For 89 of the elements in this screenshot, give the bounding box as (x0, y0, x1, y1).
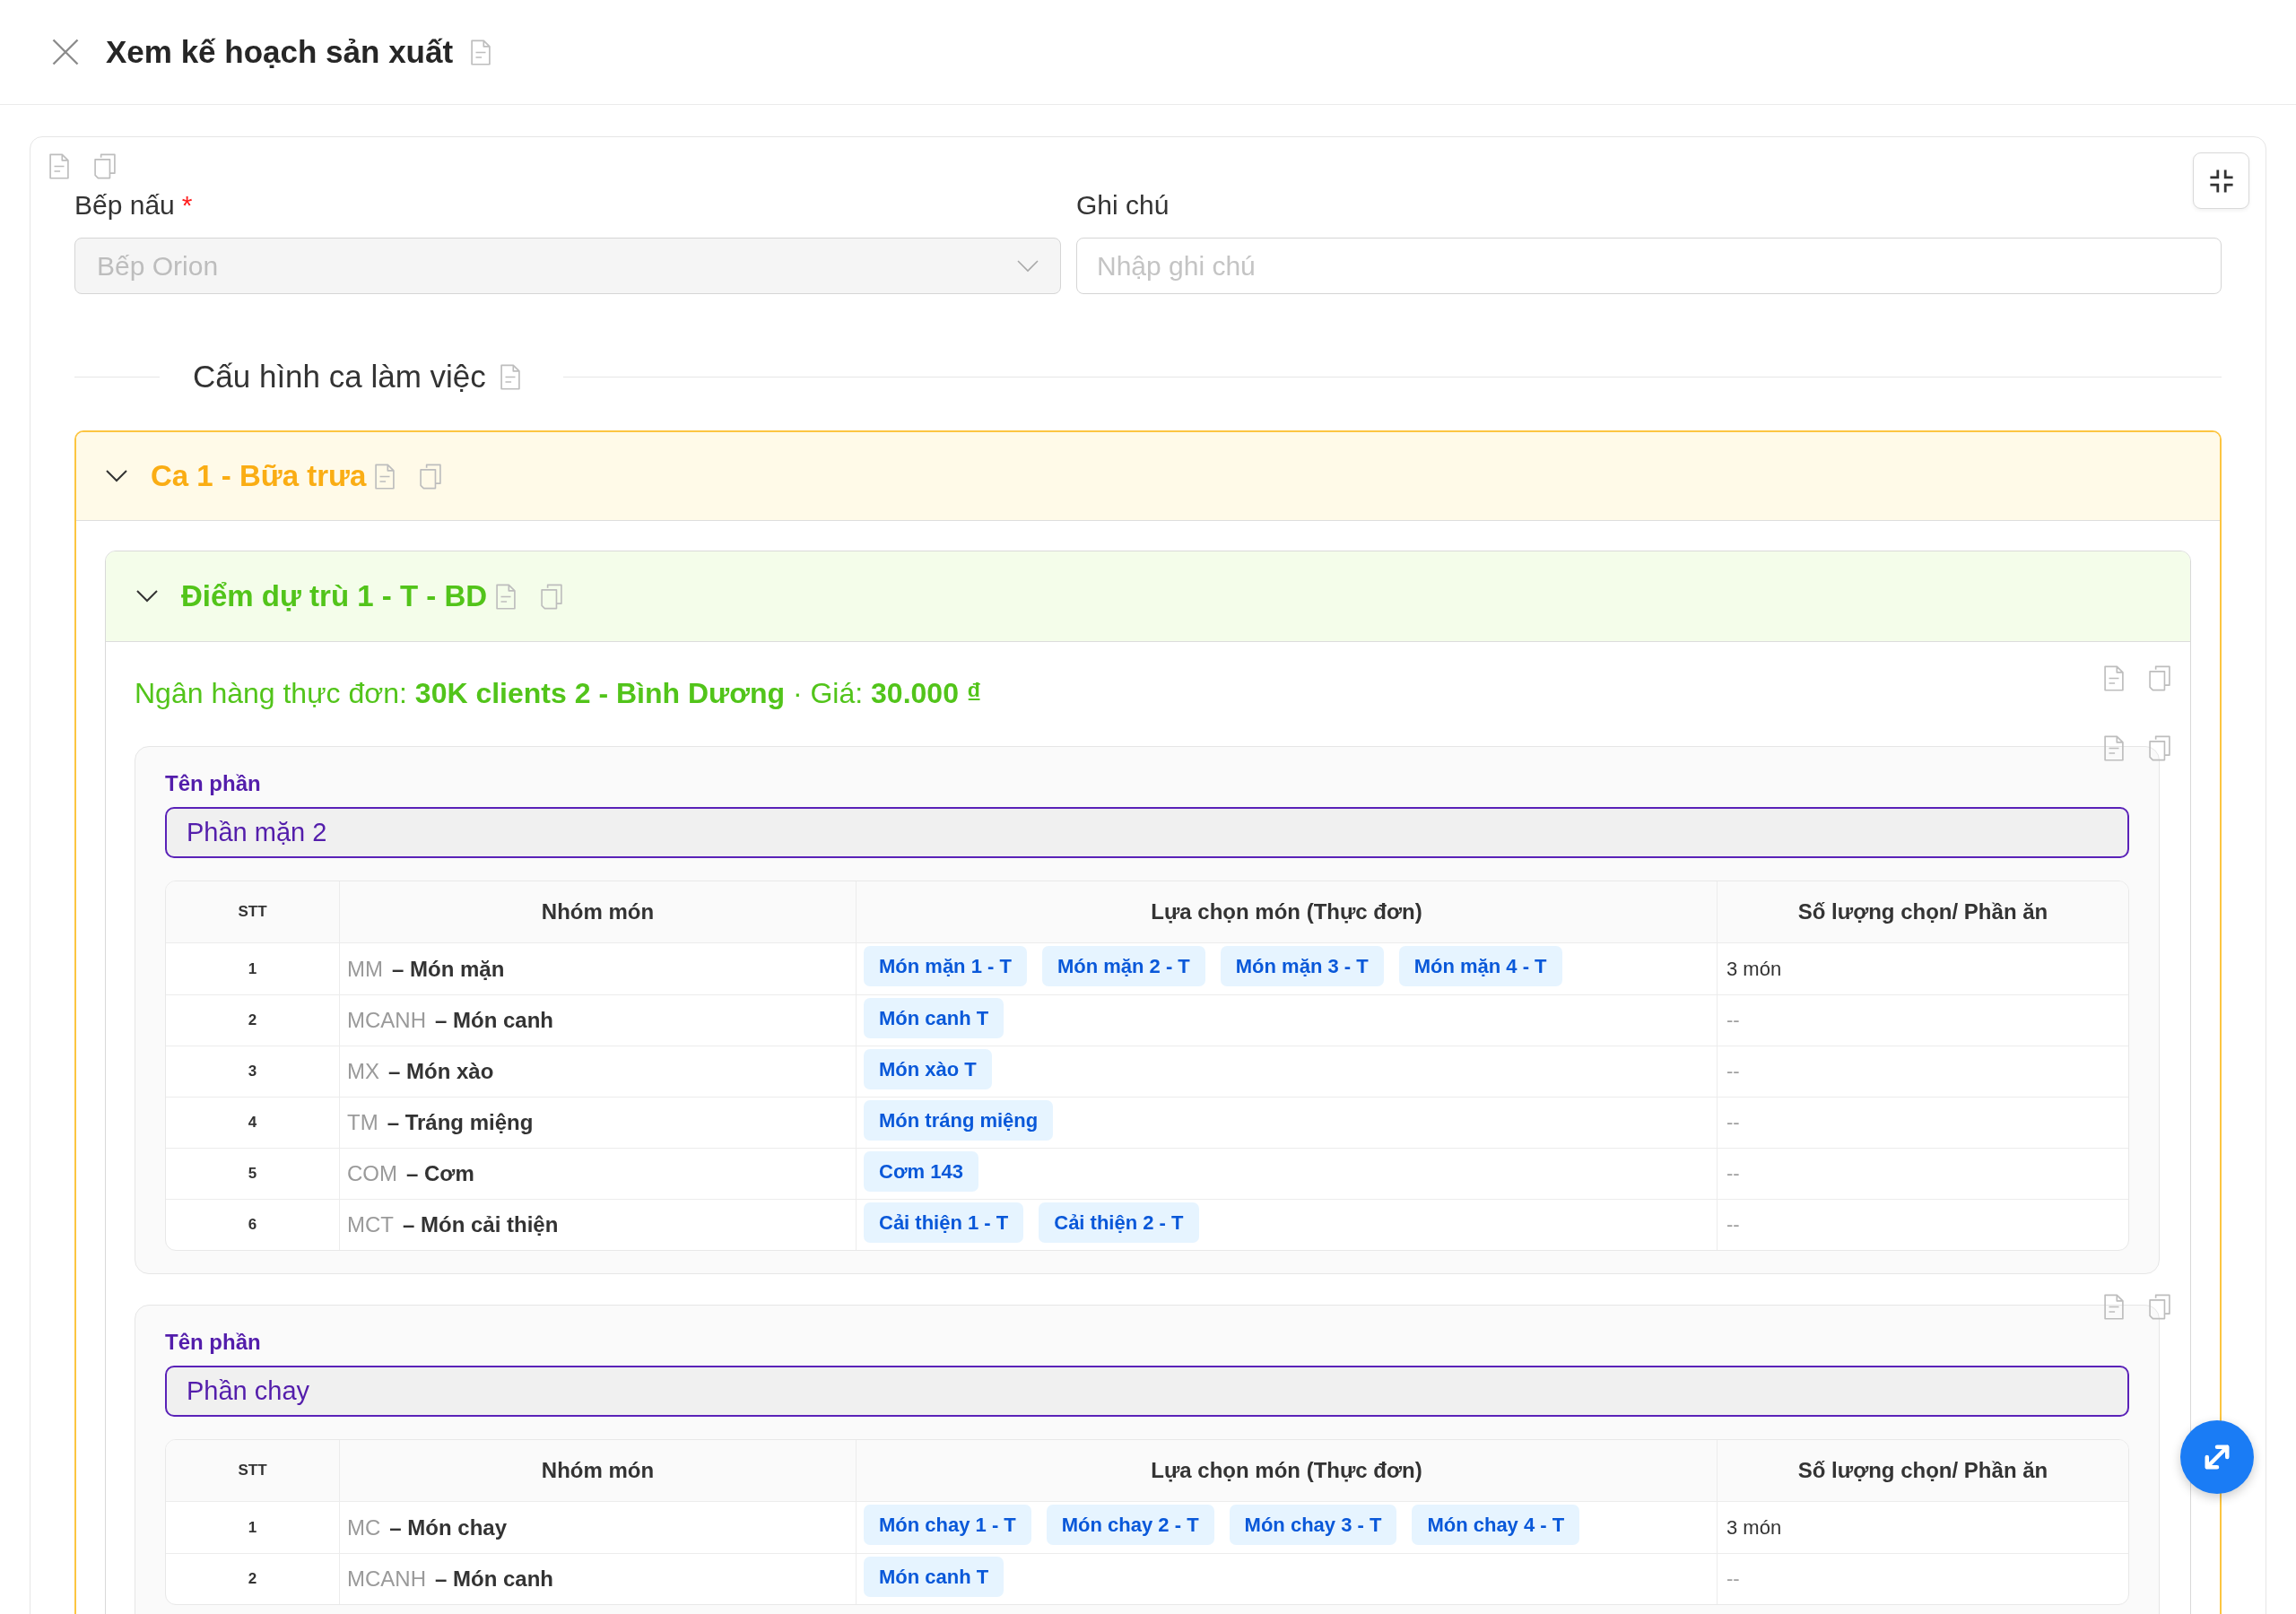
group-code: MM (347, 956, 383, 981)
document-icon[interactable] (375, 463, 396, 490)
chevron-down-icon (1017, 259, 1039, 273)
part-name-input[interactable]: Phần chay (165, 1366, 2129, 1417)
column-header: Số lượng chọn/ Phần ăn (1717, 1440, 2128, 1502)
part-label: Tên phần (165, 1329, 262, 1356)
dish-tag: Món chay 4 - T (1412, 1505, 1580, 1545)
chevron-down-icon[interactable] (106, 470, 127, 482)
group-name: – Món cải thiện (403, 1212, 559, 1237)
table-cell-text: 1 (247, 959, 258, 979)
group-name: – Món canh (435, 1566, 553, 1591)
table-cell: 6 (166, 1199, 339, 1250)
dish-tag: Món xào T (864, 1049, 992, 1089)
document-icon[interactable] (471, 39, 491, 65)
copy-icon[interactable] (94, 152, 116, 179)
table-cell: 3 món (1717, 943, 2128, 994)
expand-icon (2204, 1444, 2231, 1471)
document-icon[interactable] (500, 363, 520, 390)
document-icon[interactable] (2104, 735, 2124, 761)
dish-tag: Cải thiện 1 - T (864, 1202, 1024, 1243)
table-cell-text: 1 (247, 1517, 258, 1538)
document-icon[interactable] (2104, 665, 2124, 691)
group-code: COM (347, 1161, 397, 1185)
page-title: Xem kế hoạch sản xuất (106, 34, 454, 70)
group-name: – Cơm (406, 1161, 474, 1185)
collapse-button[interactable] (2193, 152, 2249, 209)
dish-tag: Món chay 1 - T (864, 1505, 1031, 1545)
dish-tag: Món canh T (864, 1557, 1004, 1597)
copy-icon[interactable] (2149, 665, 2170, 691)
table-cell: -- (1717, 1097, 2128, 1148)
table-cell: 3 (166, 1046, 339, 1097)
note-input[interactable]: Nhập ghi chú (1076, 238, 2222, 294)
copy-icon[interactable] (2149, 1294, 2170, 1320)
dish-tag: Món mặn 3 - T (1220, 946, 1384, 986)
part-label: Tên phần (165, 770, 262, 797)
field-label: Ghi chú (1076, 190, 1170, 220)
shift-title: Ca 1 - Bữa trưa (151, 459, 367, 493)
group-code: MCANH (347, 1008, 426, 1032)
group-name: – Món xào (388, 1059, 494, 1083)
dish-tag: Món mặn 1 - T (864, 946, 1027, 986)
document-icon[interactable] (496, 583, 517, 610)
copy-icon[interactable] (420, 463, 442, 490)
column-header: Lựa chọn món (Thực đơn) (856, 881, 1717, 943)
group-name: – Món chay (389, 1514, 508, 1540)
group-code: MCT (347, 1212, 394, 1237)
dish-tag: Món mặn 4 - T (1398, 946, 1562, 986)
menu-info: Ngân hàng thực đơn: 30K clients 2 - Bình Dương · Giá: 30.000 ₫ (135, 676, 982, 711)
table-cell: 2 (166, 1553, 339, 1604)
table-cell: 5 (166, 1148, 339, 1199)
required-mark: * (181, 190, 193, 220)
table-cell: -- (1717, 994, 2128, 1046)
copy-icon[interactable] (2149, 735, 2170, 761)
group-code: MX (347, 1059, 379, 1083)
copy-icon[interactable] (541, 583, 563, 610)
dish-tag: Món chay 3 - T (1229, 1505, 1397, 1545)
dish-tag: Món chay 2 - T (1046, 1505, 1214, 1545)
group-name: – Tráng miệng (387, 1110, 534, 1134)
table-cell: 2 (166, 994, 339, 1046)
column-header: STT (166, 1440, 339, 1502)
group-code: TM (347, 1110, 378, 1134)
dish-tag: Món mặn 2 - T (1041, 946, 1205, 986)
compress-icon (2208, 168, 2234, 194)
group-name: – Món mặn (392, 956, 505, 981)
table-cell: -- (1717, 1148, 2128, 1199)
table-cell: 4 (166, 1097, 339, 1148)
table-cell: -- (1717, 1046, 2128, 1097)
column-header: Lựa chọn món (Thực đơn) (856, 1440, 1717, 1502)
column-header: STT (166, 881, 339, 943)
dish-tag: Món tráng miệng (864, 1100, 1054, 1141)
document-icon[interactable] (49, 152, 69, 179)
group-code: MC (347, 1514, 381, 1540)
section-title: Cấu hình ca làm việc (193, 359, 486, 395)
dish-tag: Cải thiện 2 - T (1039, 1202, 1199, 1243)
table-cell: 3 món (1717, 1502, 2128, 1553)
point-title: Điểm dự trù 1 - T - BD (181, 579, 488, 613)
group-code: MCANH (347, 1566, 426, 1591)
table-cell: -- (1717, 1553, 2128, 1604)
table-cell: -- (1717, 1199, 2128, 1250)
field-label: Bếp nấu (74, 190, 175, 220)
chevron-down-icon[interactable] (136, 590, 158, 603)
close-icon[interactable] (52, 39, 79, 65)
dish-tag: Món canh T (864, 998, 1004, 1038)
part-name-input[interactable]: Phần mặn 2 (165, 807, 2129, 858)
dish-tag: Cơm 143 (864, 1151, 978, 1192)
group-name: – Món canh (435, 1008, 553, 1032)
column-header: Số lượng chọn/ Phần ăn (1717, 881, 2128, 943)
document-icon[interactable] (2104, 1294, 2124, 1320)
column-header: Nhóm món (339, 1440, 856, 1502)
column-header: Nhóm món (339, 881, 856, 943)
